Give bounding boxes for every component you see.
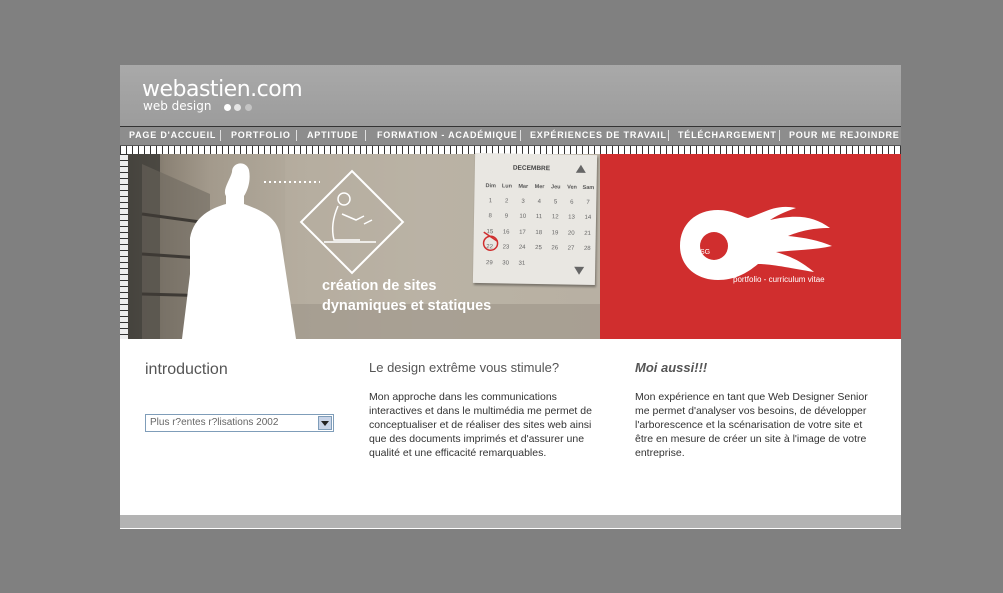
calendar-day-cell: 18 <box>535 229 543 236</box>
calendar-day-cell: 11 <box>535 214 543 221</box>
hero-banner: DECEMBRE Dim Lun Mar Mer Jeu Ven Sam 123456789… <box>120 146 901 339</box>
calendar-day-cell: 5 <box>553 199 558 206</box>
portfolio-panel[interactable]: SG portfolio - curriculum vitae <box>600 154 901 339</box>
calendar-day-cell: 26 <box>551 245 559 252</box>
moi-aussi-text: Mon expérience en tant que Web Designer … <box>635 391 868 459</box>
nav-separator <box>365 130 366 141</box>
calendar-day-cell <box>530 256 547 272</box>
logo-dot <box>224 104 231 111</box>
calendar-day-cell: 24 <box>518 244 526 252</box>
dropdown-button[interactable] <box>318 416 332 430</box>
calendar-day-cell: 21 <box>584 230 591 237</box>
content-area: introduction Plus r?entes r?lisations 20… <box>120 339 901 515</box>
nav-item-aptitude[interactable]: APTITUDE <box>307 130 358 140</box>
moi-aussi-title: Moi aussi!!! <box>635 360 708 375</box>
calendar-day-header: Ven <box>567 184 577 191</box>
banner-line-2: dynamiques et statiques <box>322 298 492 314</box>
calendar-day-cell: 20 <box>567 230 575 237</box>
realisations-select[interactable]: Plus r?entes r?lisations 2002 <box>145 414 334 432</box>
calendar-day-header: Mar <box>518 183 529 190</box>
calendar-day-cell: 4 <box>537 198 541 205</box>
footer-bar <box>120 515 901 529</box>
nav-separator <box>296 130 297 141</box>
calendar-day-header: Sam <box>582 184 595 192</box>
calendar-up-arrow-icon <box>575 164 586 173</box>
calendar-day-header: Jeu <box>550 184 561 191</box>
intro-title: introduction <box>145 361 228 378</box>
calendar-day-cell: 1 <box>488 197 493 204</box>
portfolio-caption[interactable]: portfolio - curriculum vitae <box>733 275 825 284</box>
calendar-card: DECEMBRE Dim Lun Mar Mer Jeu Ven Sam 123456789… <box>472 152 598 286</box>
vertical-ruler <box>120 154 128 339</box>
comet-logo <box>680 206 832 280</box>
logo-dot <box>234 104 241 111</box>
design-title: Le design extrême vous stimule? <box>369 360 560 375</box>
calendar-day-cell: 2 <box>505 198 509 205</box>
calendar-day-cell: 19 <box>551 230 559 237</box>
nav-item-accueil[interactable]: PAGE D'ACCUEIL <box>129 130 216 140</box>
calendar-day-header: Lun <box>501 183 513 190</box>
calendar-day-cell: 6 <box>570 199 574 206</box>
site-container: webastien.com web design PAGE D'ACCUEIL … <box>120 65 901 529</box>
site-tagline: web design <box>143 99 212 113</box>
calendar-day-cell: 10 <box>519 213 527 221</box>
calendar-day-cell: 31 <box>518 260 526 267</box>
nav-separator <box>668 130 669 141</box>
banner-line-1: création de sites <box>322 278 437 294</box>
calendar-day-header: Mer <box>534 183 545 191</box>
calendar-month: DECEMBRE <box>512 164 551 173</box>
nav-item-telechargement[interactable]: TÉLÉCHARGEMENT <box>678 130 777 140</box>
calendar-day-cell: 28 <box>583 246 591 253</box>
header: webastien.com web design <box>120 65 901 126</box>
calendar-day-cell: 3 <box>521 198 525 205</box>
calendar-day-cell: 8 <box>488 213 492 220</box>
nav-separator <box>520 130 521 141</box>
nav-item-experiences[interactable]: EXPÉRIENCES DE TRAVAIL <box>530 130 667 140</box>
chevron-down-icon <box>321 421 329 426</box>
calendar-day-cell <box>562 256 579 272</box>
calendar-day-cell: 27 <box>567 245 575 252</box>
select-value: Plus r?entes r?lisations 2002 <box>150 417 279 428</box>
design-text: Mon approche dans les communications int… <box>369 391 592 459</box>
logo-initials: SG <box>700 249 711 256</box>
main-nav: PAGE D'ACCUEIL PORTFOLIO APTITUDE FORMAT… <box>120 126 901 146</box>
nav-item-formation[interactable]: FORMATION - ACADÉMIQUE <box>377 130 518 140</box>
calendar-circle-mark <box>482 231 499 251</box>
nav-item-portfolio[interactable]: PORTFOLIO <box>231 130 291 140</box>
calendar-day-cell: 17 <box>519 229 526 236</box>
calendar-day-cell: 7 <box>586 199 590 206</box>
nav-separator <box>220 130 221 141</box>
nav-separator <box>779 130 780 141</box>
banner-headline: création de sites dynamiques et statique… <box>322 276 491 316</box>
calendar-day-cell: 9 <box>504 213 509 220</box>
logo-dot <box>245 104 252 111</box>
nav-item-rejoindre[interactable]: POUR ME REJOINDRE <box>789 130 900 140</box>
calendar-day-cell <box>546 256 563 272</box>
calendar-day-cell: 14 <box>584 215 592 222</box>
calendar-day-cell: 25 <box>535 245 542 252</box>
calendar-day-cell <box>579 257 596 273</box>
calendar-day-cell: 13 <box>568 214 575 221</box>
calendar-day-cell: 12 <box>551 214 559 221</box>
calendar-day-header: Dim <box>485 183 496 190</box>
